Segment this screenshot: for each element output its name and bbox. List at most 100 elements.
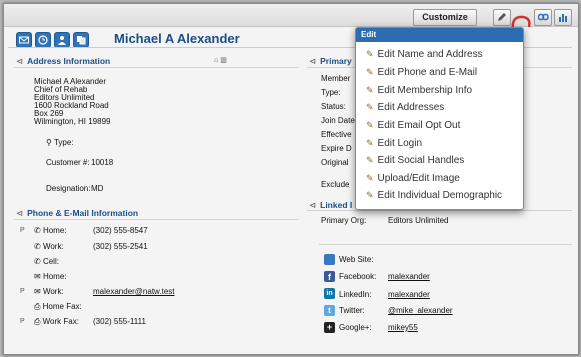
history-button[interactable] (35, 32, 51, 48)
clock-icon (38, 35, 48, 45)
address-line: Wilmington, HI 19899 (34, 117, 111, 126)
google-plus-icon: + (324, 322, 335, 333)
membership-label: Type: (321, 88, 341, 97)
membership-label: Status: (321, 102, 346, 111)
customize-button[interactable]: Customize (413, 9, 477, 26)
phone-label-text: Work: (42, 242, 64, 251)
membership-label: Exclude (321, 180, 350, 189)
home-icon[interactable]: ⌂ (214, 57, 218, 64)
work-email-link[interactable]: malexander@natw.test (93, 287, 175, 296)
menu-item-edit-email-opt-out[interactable]: ✎ Edit Email Opt Out (366, 120, 460, 131)
type-icon: ⚲ (46, 138, 52, 147)
menu-item-edit-addresses[interactable]: ✎ Edit Addresses (366, 102, 444, 113)
phone-work-value: (302) 555-2541 (93, 242, 148, 251)
pencil-icon: ✎ (366, 102, 374, 112)
type-label: ⚲ Type: (46, 138, 74, 147)
menu-item-label: Edit Individual Demographic (377, 190, 503, 201)
fax-label-text: Work Fax: (42, 317, 79, 326)
menu-item-edit-demographic[interactable]: ✎ Edit Individual Demographic (366, 190, 502, 201)
pencil-icon: ✎ (366, 173, 374, 183)
menu-item-label: Edit Login (377, 138, 423, 149)
building-icon[interactable]: ▥ (220, 57, 227, 64)
phone-icon: ✆ (34, 242, 41, 251)
menu-item-edit-phone-email[interactable]: ✎ Edit Phone and E-Mail (366, 67, 477, 78)
user-upload-icon (58, 36, 66, 45)
pencil-icon: ✎ (366, 85, 374, 95)
menu-item-label: Upload/Edit Image (377, 173, 460, 184)
phone-row-label: ✆ Home: (34, 226, 67, 235)
email-row-label: ✉ Work: (34, 287, 64, 296)
linked-divider (307, 210, 572, 211)
phone-row-label: ✆ Work: (34, 242, 64, 251)
address-title-text: Address Information (27, 56, 111, 66)
designation-value: MD (91, 184, 104, 193)
profile-window: Customize Michael A Alexander ⊲ Address I… (3, 3, 579, 355)
menu-item-upload-image[interactable]: ✎ Upload/Edit Image (366, 173, 460, 184)
customer-number: 10018 (91, 158, 114, 167)
mail-icon: ✉ (34, 272, 41, 281)
pencil-icon: ✎ (366, 190, 374, 200)
membership-label: Original (321, 158, 349, 167)
copy-icon (77, 36, 86, 45)
profile-name: Michael A Alexander (114, 31, 240, 46)
phone-divider (14, 219, 299, 220)
pencil-icon: ✎ (366, 155, 374, 165)
linkedin-link[interactable]: malexander (388, 290, 430, 299)
google-plus-link[interactable]: mikey55 (388, 323, 418, 332)
edit-dropdown-menu: Edit ✎ Edit Name and Address ✎ Edit Phone … (355, 27, 524, 210)
membership-title-text: Primary (320, 56, 352, 66)
pencil-icon: ✎ (366, 67, 374, 77)
phone-icon: ✆ (34, 226, 41, 235)
collapse-arrow-icon[interactable]: ⊲ (309, 56, 316, 67)
address-actions[interactable]: ⌂ ▥ (214, 56, 227, 64)
membership-label: Join Date (321, 116, 355, 125)
linkedin-icon: in (324, 288, 335, 299)
phone-icon: ✆ (34, 257, 41, 266)
menu-item-label: Edit Name and Address (377, 49, 483, 60)
email-icon (19, 36, 29, 44)
fax-icon: ⎙ (34, 317, 41, 326)
chart-button[interactable] (554, 9, 572, 26)
primary-marker: P (20, 227, 25, 234)
twitter-link[interactable]: @mike_alexander (388, 306, 453, 315)
menu-item-edit-name-address[interactable]: ✎ Edit Name and Address (366, 49, 483, 60)
collapse-arrow-icon[interactable]: ⊲ (16, 56, 23, 67)
email-button[interactable] (16, 32, 32, 48)
menu-item-edit-social[interactable]: ✎ Edit Social Handles (366, 155, 464, 166)
email-row-label: ✉ Home: (34, 272, 67, 281)
phone-home-value: (302) 555-8547 (93, 226, 148, 235)
pencil-icon: ✎ (366, 120, 374, 130)
phone-title-text: Phone & E-Mail Information (27, 208, 139, 218)
email-label-text: Work: (42, 287, 64, 296)
address-divider (14, 67, 299, 68)
primary-org-label: Primary Org: (321, 216, 367, 225)
user-upload-button[interactable] (54, 32, 70, 48)
menu-item-label: Edit Phone and E-Mail (377, 67, 478, 78)
google-plus-label: Google+: (339, 323, 372, 332)
pencil-icon: ✎ (366, 138, 374, 148)
membership-section-title: ⊲ Primary (309, 56, 352, 67)
menu-item-edit-membership[interactable]: ✎ Edit Membership Info (366, 85, 472, 96)
copy-button[interactable] (73, 32, 89, 48)
bar-chart-icon (559, 14, 567, 22)
website-icon (324, 254, 335, 265)
phone-label-text: Home: (42, 226, 67, 235)
linkedin-label: LinkedIn: (339, 290, 372, 299)
collapse-arrow-icon[interactable]: ⊲ (16, 208, 23, 219)
link-button[interactable] (534, 9, 552, 26)
mail-icon: ✉ (34, 287, 41, 296)
menu-item-edit-login[interactable]: ✎ Edit Login (366, 138, 422, 149)
linked-title-text: Linked I (320, 200, 353, 210)
pencil-icon (498, 13, 506, 21)
primary-marker: P (20, 318, 25, 325)
facebook-link[interactable]: malexander (388, 272, 430, 281)
fax-icon: ⎙ (34, 302, 41, 311)
phone-label-text: Cell: (42, 257, 59, 266)
website-label: Web Site: (339, 255, 374, 264)
twitter-label: Twitter: (339, 306, 365, 315)
facebook-label: Facebook: (339, 272, 377, 281)
fax-label-text: Home Fax: (42, 302, 82, 311)
top-toolbar: Customize (4, 4, 578, 27)
facebook-icon: f (324, 271, 335, 282)
membership-label: Expire D (321, 144, 352, 153)
